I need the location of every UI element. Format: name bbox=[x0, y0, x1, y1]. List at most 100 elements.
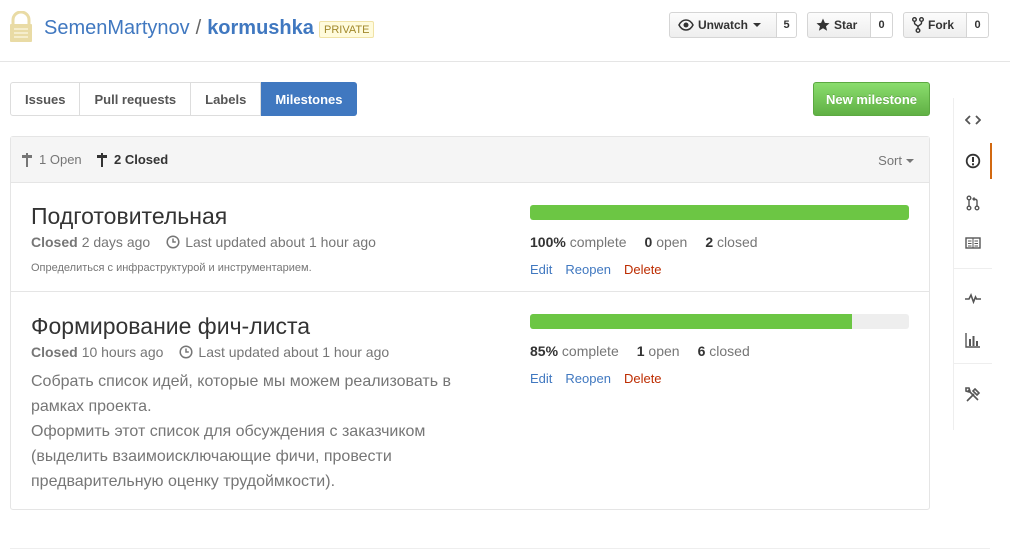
milestone-actions: Edit Reopen Delete bbox=[530, 371, 675, 386]
milestone-updated-text: Last updated about 1 hour ago bbox=[198, 344, 390, 360]
repo-name-link[interactable]: kormushka bbox=[207, 17, 314, 39]
sidebar-divider bbox=[954, 363, 992, 364]
milestone-meta: Closed 2 days ago Last updated about 1 h… bbox=[31, 234, 376, 250]
stars-count[interactable]: 0 bbox=[871, 12, 893, 38]
tab-issues[interactable]: Issues bbox=[11, 83, 81, 115]
delete-link[interactable]: Delete bbox=[624, 262, 662, 277]
percent-complete: 100% bbox=[530, 234, 566, 250]
code-icon bbox=[965, 115, 981, 125]
repo-separator: / bbox=[195, 17, 202, 39]
milestone-closed-ago: 2 days ago bbox=[81, 234, 151, 250]
star-group: Star 0 bbox=[807, 12, 893, 38]
repo-header: SemenMartynov / kormushka PRIVATE Unwatch … bbox=[0, 0, 1010, 62]
fork-button[interactable]: Fork bbox=[903, 12, 967, 38]
star-label: Star bbox=[834, 18, 858, 32]
watchers-count[interactable]: 5 bbox=[777, 12, 797, 38]
milestone-state: Closed bbox=[31, 234, 78, 250]
sidebar-item-graphs[interactable] bbox=[954, 320, 992, 360]
milestone-state: Closed bbox=[31, 344, 78, 360]
milestone-updated: Last updated about 1 hour ago bbox=[166, 234, 376, 250]
closed-milestones-tab[interactable]: 2 Closed bbox=[96, 152, 168, 167]
tab-labels[interactable]: Labels bbox=[191, 83, 262, 115]
wiki-icon bbox=[965, 237, 981, 249]
milestone-description: Собрать список идей, которые мы можем ре… bbox=[31, 373, 452, 490]
clock-icon bbox=[179, 345, 193, 359]
private-badge: PRIVATE bbox=[319, 21, 375, 38]
milestone-row: Формирование фич-листа Closed 10 hours a… bbox=[11, 292, 929, 509]
open-issues-count: 0 bbox=[644, 234, 653, 250]
milestone-updated-text: Last updated about 1 hour ago bbox=[185, 234, 376, 250]
sidebar-divider bbox=[954, 268, 992, 269]
milestone-title[interactable]: Формирование фич-листа bbox=[31, 311, 310, 341]
unwatch-button[interactable]: Unwatch bbox=[669, 12, 777, 38]
repo-owner-link[interactable]: SemenMartynov bbox=[44, 17, 190, 39]
milestone-actions: Edit Reopen Delete bbox=[530, 262, 675, 277]
issues-icon bbox=[965, 153, 981, 169]
fork-icon bbox=[912, 17, 924, 33]
graph-icon bbox=[965, 333, 980, 348]
milestones-table: 1 Open 2 Closed Sort Подготовительная Cl… bbox=[10, 136, 930, 510]
star-button[interactable]: Star bbox=[807, 12, 871, 38]
milestone-meta: Closed 10 hours ago Last updated about 1… bbox=[31, 344, 389, 360]
tab-milestones[interactable]: Milestones bbox=[261, 82, 357, 116]
fork-label: Fork bbox=[928, 18, 955, 32]
milestone-progress-bar bbox=[530, 314, 909, 329]
edit-link[interactable]: Edit bbox=[530, 262, 552, 277]
open-count: 1 bbox=[39, 152, 47, 167]
milestone-icon bbox=[97, 152, 107, 167]
closed-issues-count: 6 bbox=[697, 343, 706, 359]
issues-subnav: Issues Pull requests Labels Milestones bbox=[10, 82, 357, 116]
table-header: 1 Open 2 Closed Sort bbox=[11, 137, 929, 183]
settings-icon bbox=[965, 387, 981, 402]
sidebar-item-settings[interactable] bbox=[954, 375, 992, 415]
closed-issues-label: closed bbox=[717, 234, 758, 250]
open-label: Open bbox=[49, 152, 82, 167]
milestone-updated: Last updated about 1 hour ago bbox=[179, 344, 389, 360]
lock-icon bbox=[10, 11, 32, 42]
chevron-down-icon bbox=[753, 23, 762, 27]
reopen-link[interactable]: Reopen bbox=[565, 262, 611, 277]
milestone-description: Определиться с инфраструктурой и инструм… bbox=[31, 262, 312, 274]
clock-icon bbox=[166, 235, 180, 249]
edit-link[interactable]: Edit bbox=[530, 371, 552, 386]
progress-fill bbox=[530, 205, 909, 220]
progress-fill bbox=[530, 314, 853, 329]
new-milestone-button[interactable]: New milestone bbox=[813, 82, 930, 116]
caret-down-icon bbox=[906, 158, 914, 163]
milestone-stats: 100% complete 0 open 2 closed bbox=[530, 234, 776, 250]
milestone-stats: 85% complete 1 open 6 closed bbox=[530, 343, 768, 359]
closed-count: 2 bbox=[114, 152, 122, 167]
closed-issues-label: closed bbox=[709, 343, 750, 359]
footer-divider bbox=[10, 548, 990, 549]
sidebar-item-issues[interactable] bbox=[954, 141, 992, 181]
milestone-closed-ago: 10 hours ago bbox=[81, 344, 164, 360]
open-issues-count: 1 bbox=[636, 343, 645, 359]
fork-group: Fork 0 bbox=[903, 12, 989, 38]
repo-sidebar-nav bbox=[953, 98, 992, 430]
delete-link[interactable]: Delete bbox=[624, 371, 662, 386]
reopen-link[interactable]: Reopen bbox=[565, 371, 611, 386]
open-issues-label: open bbox=[656, 234, 688, 250]
sidebar-item-code[interactable] bbox=[954, 100, 992, 140]
milestone-row: Подготовительная Closed 2 days ago Last … bbox=[11, 183, 929, 292]
repo-title: SemenMartynov / kormushka bbox=[44, 15, 314, 41]
open-issues-label: open bbox=[648, 343, 680, 359]
complete-label: complete bbox=[569, 234, 627, 250]
percent-complete: 85% bbox=[530, 343, 559, 359]
milestone-title[interactable]: Подготовительная bbox=[31, 201, 227, 231]
sort-dropdown[interactable]: Sort bbox=[878, 153, 914, 168]
star-icon bbox=[816, 18, 830, 31]
sidebar-item-pull-requests[interactable] bbox=[954, 183, 992, 223]
eye-icon bbox=[678, 19, 694, 31]
open-milestones-tab[interactable]: 1 Open bbox=[21, 152, 82, 167]
closed-issues-count: 2 bbox=[705, 234, 714, 250]
tab-pull-requests[interactable]: Pull requests bbox=[80, 83, 192, 115]
sidebar-item-pulse[interactable] bbox=[954, 278, 992, 318]
milestone-icon bbox=[22, 152, 32, 167]
forks-count[interactable]: 0 bbox=[967, 12, 989, 38]
sidebar-item-wiki[interactable] bbox=[954, 223, 992, 263]
watch-group: Unwatch 5 bbox=[669, 12, 797, 38]
pull-request-icon bbox=[966, 195, 980, 211]
pulse-icon bbox=[965, 292, 981, 304]
unwatch-label: Unwatch bbox=[698, 18, 749, 32]
